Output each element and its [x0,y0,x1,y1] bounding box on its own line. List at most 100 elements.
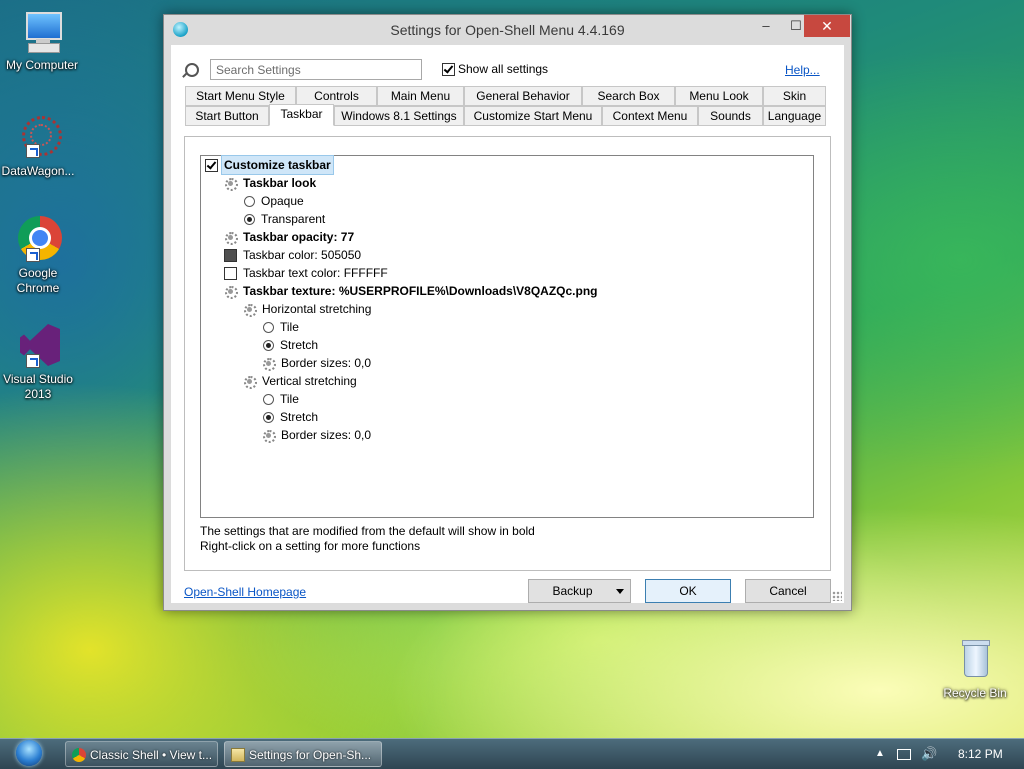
tree-item-transparent[interactable]: Transparent [244,210,325,228]
taskbar-button-label: Settings for Open-Sh... [249,748,372,762]
title-bar[interactable]: Settings for Open-Shell Menu 4.4.169 – ☐… [164,15,851,45]
desktop-icon-recycle-bin[interactable]: Recycle Bin [933,636,1017,701]
tab-start-button[interactable]: Start Button [185,106,269,126]
tree-item-vertical-tile[interactable]: Tile [263,390,299,408]
gear-icon [262,357,276,371]
radio-selected-icon[interactable] [263,339,274,351]
tree-item-taskbar-look[interactable]: Taskbar look [224,174,316,192]
shortcut-arrow-icon [26,248,40,262]
tree-item-label: Horizontal stretching [262,302,372,316]
checkbox-checked-icon[interactable] [442,62,455,76]
radio-unselected-icon[interactable] [263,321,274,333]
desktop-icon-label: Google Chrome [16,266,60,295]
chevron-down-icon[interactable] [616,589,624,594]
start-button[interactable] [10,739,48,769]
taskbar-button-settings[interactable]: Settings for Open-Sh... [224,741,382,767]
tree-item-customize-taskbar[interactable]: Customize taskbar [205,155,334,175]
tree-item-opaque[interactable]: Opaque [244,192,304,210]
radio-selected-icon[interactable] [263,411,274,423]
settings-window: Settings for Open-Shell Menu 4.4.169 – ☐… [163,14,852,611]
show-hidden-icons-chevron-up-icon[interactable]: ▲ [875,739,885,769]
tree-item-label: Customize taskbar [221,155,334,175]
tree-item-label: Taskbar look [243,176,317,190]
tree-item-label: Stretch [280,338,319,352]
tree-item-horizontal-border-sizes[interactable]: Border sizes: 0,0 [262,354,371,372]
settings-client-area: Show all settings Help... Start Menu Sty… [171,45,844,603]
tree-item-label: Taskbar opacity: 77 [243,230,355,244]
gear-icon [224,177,238,191]
taskbar-color-swatch [224,248,237,262]
show-all-settings-checkbox[interactable]: Show all settings [442,62,548,76]
desktop-icon-my-computer[interactable]: My Computer [0,8,84,73]
cancel-button[interactable]: Cancel [745,579,831,603]
tab-sounds[interactable]: Sounds [698,106,763,126]
checkbox-checked-icon[interactable] [205,158,218,172]
taskbar-button-label: Classic Shell • View t... [90,748,213,762]
settings-panel: Customize taskbar Taskbar look Opaque Tr… [184,136,831,571]
desktop-icon-google-chrome[interactable]: Google Chrome [0,216,80,296]
volume-icon[interactable]: 🔊 [921,739,937,769]
tab-windows-8-1-settings[interactable]: Windows 8.1 Settings [334,106,464,126]
tree-item-vertical-stretching[interactable]: Vertical stretching [243,372,357,390]
tab-skin[interactable]: Skin [763,86,826,106]
tab-customize-start-menu[interactable]: Customize Start Menu [464,106,602,126]
tree-item-label: Transparent [261,212,326,226]
network-icon[interactable] [897,739,911,769]
radio-unselected-icon[interactable] [263,393,274,405]
gear-icon [243,303,257,317]
minimize-button[interactable]: – [751,15,781,37]
tree-item-label: Stretch [280,410,319,424]
tree-item-taskbar-color[interactable]: Taskbar color: 505050 [224,246,361,264]
shortcut-arrow-icon [26,144,40,158]
search-input[interactable] [210,59,422,80]
tab-controls[interactable]: Controls [296,86,377,106]
tab-general-behavior[interactable]: General Behavior [464,86,582,106]
gear-icon [243,375,257,389]
settings-window-icon [231,748,245,762]
tree-item-label: Taskbar text color: FFFFFF [243,266,388,280]
gear-icon [224,231,238,245]
tab-start-menu-style[interactable]: Start Menu Style [185,86,296,106]
tab-main-menu[interactable]: Main Menu [377,86,464,106]
tree-item-vertical-border-sizes[interactable]: Border sizes: 0,0 [262,426,371,444]
taskbar-button-classic-shell[interactable]: Classic Shell • View t... [65,741,218,767]
window-title: Settings for Open-Shell Menu 4.4.169 [390,22,625,38]
tab-taskbar[interactable]: Taskbar [269,104,334,126]
clock[interactable]: 8:12 PM [958,739,1003,769]
tree-item-vertical-stretch[interactable]: Stretch [263,408,318,426]
tab-language[interactable]: Language [763,106,826,126]
tree-item-label: Taskbar texture: %USERPROFILE%\Downloads… [243,284,598,298]
radio-unselected-icon[interactable] [244,195,255,207]
radio-selected-icon[interactable] [244,213,255,225]
recycle-bin-icon [951,636,999,684]
desktop-icon-datawagon[interactable]: DataWagon... [0,114,80,179]
taskbar: Classic Shell • View t... Settings for O… [0,738,1024,769]
backup-button[interactable]: Backup [528,579,631,603]
taskbar-text-color-swatch [224,266,237,280]
backup-button-label: Backup [552,584,593,598]
tab-context-menu[interactable]: Context Menu [602,106,698,126]
gear-icon [262,429,276,443]
windows-logo-icon [16,740,42,766]
tree-item-label: Tile [280,320,299,334]
tab-search-box[interactable]: Search Box [582,86,675,106]
chrome-icon [14,216,62,264]
tree-item-taskbar-opacity[interactable]: Taskbar opacity: 77 [224,228,354,246]
help-link[interactable]: Help... [785,63,820,77]
open-shell-homepage-link[interactable]: Open-Shell Homepage [184,585,306,599]
tree-item-taskbar-text-color[interactable]: Taskbar text color: FFFFFF [224,264,388,282]
tree-item-label: Border sizes: 0,0 [281,356,372,370]
desktop-icon-label: DataWagon... [1,164,75,178]
desktop-icon-visual-studio[interactable]: Visual Studio 2013 [0,322,80,402]
resize-grip-icon[interactable] [832,591,842,601]
tree-item-horizontal-stretch[interactable]: Stretch [263,336,318,354]
ok-button[interactable]: OK [645,579,731,603]
tree-item-taskbar-texture[interactable]: Taskbar texture: %USERPROFILE%\Downloads… [224,282,598,300]
tree-item-horizontal-tile[interactable]: Tile [263,318,299,336]
chrome-icon [72,748,86,762]
visual-studio-icon [14,322,62,370]
desktop-icon-label: My Computer [5,58,79,72]
close-button[interactable]: ✕ [804,15,850,37]
tree-item-horizontal-stretching[interactable]: Horizontal stretching [243,300,371,318]
tab-menu-look[interactable]: Menu Look [675,86,763,106]
